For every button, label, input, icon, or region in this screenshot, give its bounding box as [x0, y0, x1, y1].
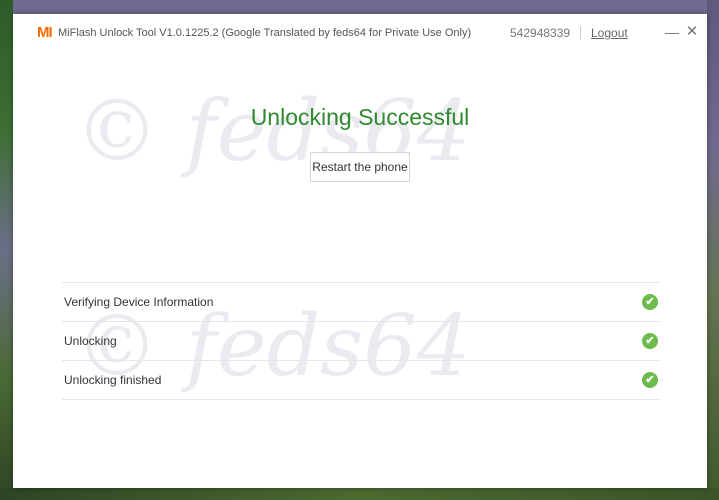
- check-icon: ✔: [642, 372, 658, 388]
- app-window: MI MiFlash Unlock Tool V1.0.1225.2 (Goog…: [13, 14, 707, 488]
- desktop-background-left: [0, 0, 13, 500]
- watermark-top: © feds64: [75, 82, 471, 180]
- minimize-icon[interactable]: —: [664, 24, 680, 40]
- logout-link[interactable]: Logout: [591, 26, 628, 40]
- step-label: Unlocking finished: [64, 373, 162, 387]
- step-row-unlocking: Unlocking ✔: [62, 321, 660, 360]
- app-title: MiFlash Unlock Tool V1.0.1225.2 (Google …: [58, 27, 472, 39]
- step-row-verifying: Verifying Device Information ✔: [62, 282, 660, 321]
- step-label: Verifying Device Information: [64, 295, 214, 309]
- desktop-background-bottom: [0, 488, 719, 500]
- step-row-finished: Unlocking finished ✔: [62, 360, 660, 400]
- account-id: 542948339: [510, 26, 571, 40]
- progress-steps: Verifying Device Information ✔ Unlocking…: [62, 282, 660, 400]
- check-icon: ✔: [642, 294, 658, 310]
- restart-phone-button[interactable]: Restart the phone: [310, 152, 410, 182]
- desktop-background-right: [707, 0, 719, 500]
- title-divider: [580, 26, 581, 40]
- step-label: Unlocking: [64, 334, 117, 348]
- close-icon[interactable]: ✕: [684, 24, 700, 40]
- check-icon: ✔: [642, 333, 658, 349]
- status-headline: Unlocking Successful: [250, 104, 470, 130]
- mi-logo-icon: MI: [37, 24, 53, 41]
- title-bar: MI MiFlash Unlock Tool V1.0.1225.2 (Goog…: [13, 14, 707, 54]
